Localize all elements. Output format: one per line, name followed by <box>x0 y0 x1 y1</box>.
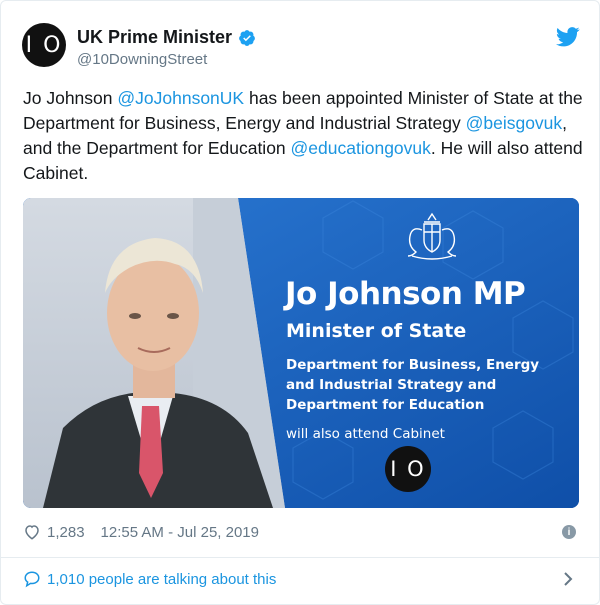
tweet-text-segment: Jo Johnson <box>23 88 118 108</box>
tweet-image[interactable]: Jo Johnson MP Minister of State Departme… <box>23 198 579 508</box>
account-name-label[interactable]: UK Prime Minister <box>77 27 232 48</box>
mention-link[interactable]: @educationgovuk <box>291 138 431 158</box>
conversation-label[interactable]: 1,010 people are talking about this <box>47 571 276 588</box>
avatar[interactable]: I O <box>22 23 66 67</box>
conversation-link[interactable]: 1,010 people are talking about this <box>23 570 276 588</box>
media-cabinet-note: will also attend Cabinet <box>286 426 445 442</box>
number-ten-logo: I O <box>385 446 431 492</box>
tweet-card: I O UK Prime Minister @10DowningStreet J… <box>0 0 600 605</box>
divider <box>1 557 599 558</box>
chevron-right-icon[interactable] <box>562 571 574 587</box>
announcement-graphic <box>23 198 579 508</box>
comment-icon <box>24 571 40 588</box>
tweet-meta: 1,283 12:55 AM - Jul 25, 2019 <box>23 523 259 541</box>
info-icon[interactable]: i <box>562 525 576 539</box>
account-handle[interactable]: @10DowningStreet <box>77 51 207 68</box>
media-role: Minister of State <box>286 320 467 342</box>
like-count[interactable]: 1,283 <box>47 524 85 541</box>
heart-icon[interactable] <box>23 523 41 541</box>
mention-link[interactable]: @beisgovuk <box>466 113 563 133</box>
mention-link[interactable]: @JoJohnsonUK <box>117 88 244 108</box>
tweet-timestamp[interactable]: 12:55 AM - Jul 25, 2019 <box>101 524 259 541</box>
media-department: Department for Business, Energy and Indu… <box>286 357 540 413</box>
verified-icon <box>239 29 255 46</box>
media-heading: Jo Johnson MP <box>285 276 526 312</box>
twitter-bird-icon[interactable] <box>556 27 580 47</box>
account-name[interactable]: UK Prime Minister <box>77 27 256 48</box>
tweet-text: Jo Johnson @JoJohnsonUK has been appoint… <box>23 86 583 186</box>
